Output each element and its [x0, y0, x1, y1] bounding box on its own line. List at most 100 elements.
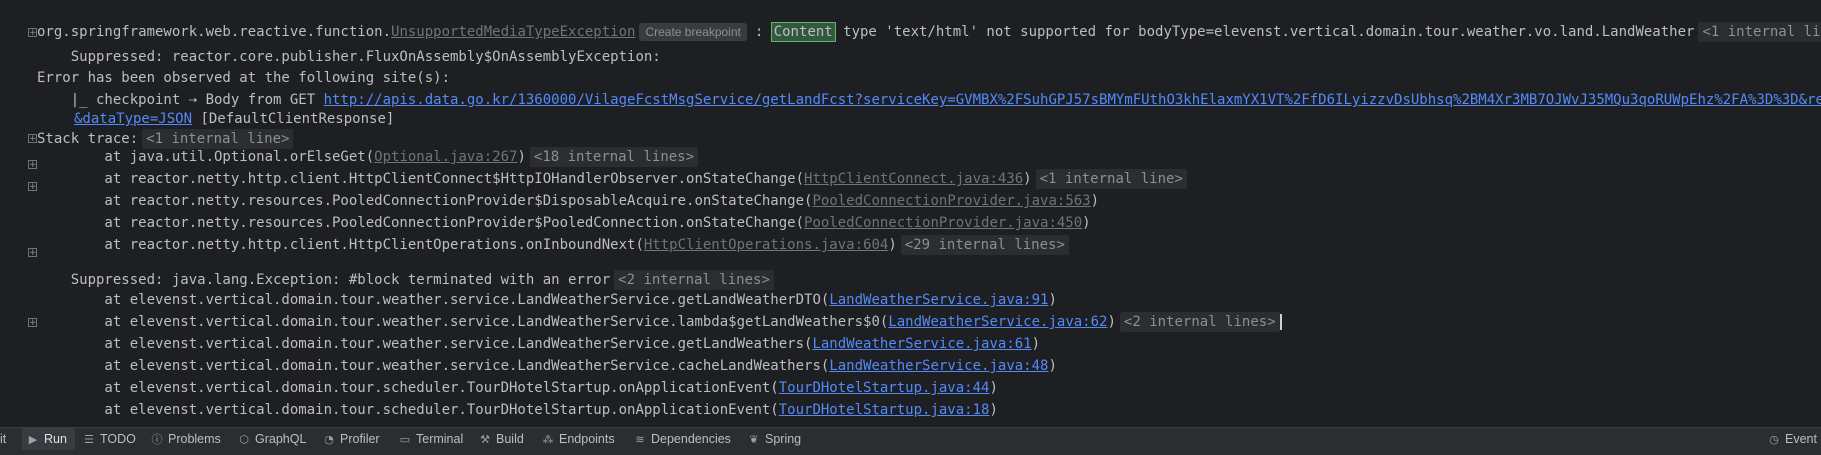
info-icon: ⓘ: [151, 433, 163, 446]
exception-line: org.springframework.web.reactive.functio…: [37, 21, 1821, 43]
tab-todo[interactable]: ☰ TODO: [82, 428, 136, 450]
internal-lines-badge[interactable]: <18 internal lines>: [529, 147, 699, 167]
play-icon: ▶: [28, 433, 38, 446]
stack-frame-method: at reactor.netty.http.client.HttpClientO…: [37, 237, 644, 253]
client-response-text: [DefaultClientResponse]: [192, 111, 395, 127]
stack-frame-method: at reactor.netty.http.client.HttpClientC…: [37, 171, 805, 187]
close-paren: ): [1023, 171, 1032, 187]
event-log-icon: ◷: [1769, 433, 1779, 446]
stack-frame-method: at reactor.netty.resources.PooledConnect…: [37, 193, 813, 209]
toolbar-cut-label: it: [0, 432, 7, 446]
tab-build[interactable]: ⚒ Build: [478, 428, 524, 450]
stack-frame-method: at elevenst.vertical.domain.tour.weather…: [37, 358, 830, 374]
endpoints-icon: ⁂: [542, 433, 554, 446]
tab-profiler-label: Profiler: [340, 432, 380, 446]
close-paren: ): [1031, 336, 1041, 352]
exception-package: org.springframework.web.reactive.functio…: [37, 24, 392, 40]
stack-trace-label: Stack trace:: [37, 131, 139, 147]
colon: :: [754, 24, 772, 40]
suppressed-line-2: Suppressed: java.lang.Exception: #block …: [37, 269, 774, 291]
source-file-link[interactable]: Optional.java:267: [374, 149, 517, 165]
suppressed-text: Suppressed: java.lang.Exception: #block …: [37, 272, 611, 288]
request-url-link-cont[interactable]: &dataType=JSON: [74, 111, 192, 127]
tab-problems[interactable]: ⓘ Problems: [150, 428, 221, 450]
tab-spring[interactable]: ❦ Spring: [747, 428, 801, 450]
search-highlight: Content: [770, 22, 836, 42]
stack-frame-method: at java.util.Optional.orElseGet(: [37, 149, 375, 165]
fold-toggle-icon[interactable]: +: [28, 182, 37, 192]
close-paren: ): [1107, 314, 1116, 330]
stack-frame-method: at elevenst.vertical.domain.tour.weather…: [37, 292, 830, 308]
stack-frame-line: at elevenst.vertical.domain.tour.schedul…: [37, 377, 998, 399]
run-console[interactable]: + org.springframework.web.reactive.funct…: [0, 0, 1821, 426]
profiler-icon: ◔: [324, 433, 334, 446]
close-paren: ): [517, 149, 526, 165]
exception-class-link[interactable]: UnsupportedMediaTypeException: [391, 24, 635, 40]
fold-toggle-icon[interactable]: +: [28, 28, 37, 38]
checkpoint-text: |_ checkpoint ⇢ Body from GET: [37, 92, 324, 108]
tab-event-log-label: Event L: [1785, 432, 1821, 446]
source-file-link[interactable]: PooledConnectionProvider.java:563: [812, 193, 1090, 209]
stack-frame-line: at reactor.netty.http.client.HttpClientO…: [37, 234, 1069, 256]
fold-toggle-icon[interactable]: +: [28, 248, 37, 258]
stack-frame-method: at elevenst.vertical.domain.tour.schedul…: [37, 402, 779, 418]
stack-frame-line: at elevenst.vertical.domain.tour.weather…: [37, 355, 1056, 377]
tab-run-label: Run: [44, 432, 67, 446]
stack-frame-line: at elevenst.vertical.domain.tour.weather…: [37, 311, 1282, 333]
source-file-link[interactable]: TourDHotelStartup.java:18: [779, 402, 990, 418]
stack-frame-line: at reactor.netty.resources.PooledConnect…: [37, 212, 1090, 234]
tab-event-log[interactable]: ◷ Event L: [1767, 428, 1821, 450]
stack-frame-line: at elevenst.vertical.domain.tour.weather…: [37, 333, 1040, 355]
source-file-link[interactable]: LandWeatherService.java:91: [829, 292, 1048, 308]
tab-terminal-label: Terminal: [416, 432, 464, 446]
internal-lines-badge[interactable]: <2 internal lines>: [1119, 312, 1280, 332]
create-breakpoint-button[interactable]: Create breakpoint: [639, 23, 747, 41]
internal-lines-badge[interactable]: <1 internal line>: [1035, 169, 1187, 189]
source-file-link[interactable]: HttpClientConnect.java:436: [804, 171, 1023, 187]
tab-problems-label: Problems: [168, 432, 221, 446]
stack-frame-line: at reactor.netty.http.client.HttpClientC…: [37, 168, 1187, 190]
source-file-link[interactable]: PooledConnectionProvider.java:450: [804, 215, 1082, 231]
source-file-link[interactable]: TourDHotelStartup.java:44: [779, 380, 990, 396]
tab-graphql-label: GraphQL: [255, 432, 307, 446]
tab-terminal[interactable]: ▭ Terminal: [398, 428, 463, 450]
tab-todo-label: TODO: [100, 432, 136, 446]
tab-graphql[interactable]: ⬡ GraphQL: [237, 428, 306, 450]
tab-run[interactable]: ▶ Run: [22, 428, 75, 450]
exception-message: type 'text/html' not supported for bodyT…: [834, 24, 1695, 40]
stack-frame-method: at reactor.netty.resources.PooledConnect…: [37, 215, 805, 231]
layers-icon: ≋: [635, 433, 645, 446]
tab-profiler[interactable]: ◔ Profiler: [322, 428, 380, 450]
internal-lines-badge[interactable]: <29 internal lines>: [900, 235, 1069, 255]
tab-endpoints[interactable]: ⁂ Endpoints: [541, 428, 615, 450]
terminal-icon: ▭: [399, 433, 411, 446]
stack-frame-line: at elevenst.vertical.domain.tour.weather…: [37, 289, 1056, 311]
source-file-link[interactable]: HttpClientOperations.java:604: [644, 237, 888, 253]
fold-toggle-icon[interactable]: +: [28, 318, 37, 328]
stack-frame-method: at elevenst.vertical.domain.tour.weather…: [37, 336, 813, 352]
source-file-link[interactable]: LandWeatherService.java:61: [812, 336, 1031, 352]
tab-dependencies[interactable]: ≋ Dependencies: [633, 428, 731, 450]
tool-window-bar: it ▶ Run ☰ TODO ⓘ Problems ⬡ GraphQL ◔ Profil…: [0, 427, 1821, 450]
tab-dependencies-label: Dependencies: [651, 432, 731, 446]
internal-lines-badge[interactable]: <2 internal lines>: [614, 270, 774, 290]
error-observed-line: Error has been observed at the following…: [37, 70, 451, 86]
tab-endpoints-label: Endpoints: [559, 432, 615, 446]
fold-toggle-icon[interactable]: +: [28, 160, 37, 170]
stack-frame-line: at reactor.netty.resources.PooledConnect…: [37, 190, 1099, 212]
list-icon: ☰: [84, 433, 94, 446]
status-bar: [0, 450, 1821, 455]
source-file-link[interactable]: LandWeatherService.java:48: [829, 358, 1048, 374]
close-paren: ): [1090, 193, 1100, 209]
request-url-link[interactable]: http://apis.data.go.kr/1360000/VilageFcs…: [324, 92, 1821, 108]
internal-lines-badge[interactable]: <1 internal line>: [1698, 22, 1821, 42]
stack-frame-method: at elevenst.vertical.domain.tour.schedul…: [37, 380, 779, 396]
suppressed-line: Suppressed: reactor.core.publisher.FluxO…: [37, 49, 661, 65]
stack-frame-line: at elevenst.vertical.domain.tour.schedul…: [37, 399, 997, 421]
close-paren: ): [989, 380, 998, 396]
fold-toggle-icon[interactable]: +: [28, 134, 37, 144]
text-caret: [1279, 314, 1282, 330]
tab-spring-label: Spring: [765, 432, 802, 446]
spring-leaf-icon: ❦: [749, 433, 759, 446]
source-file-link[interactable]: LandWeatherService.java:62: [888, 314, 1107, 330]
